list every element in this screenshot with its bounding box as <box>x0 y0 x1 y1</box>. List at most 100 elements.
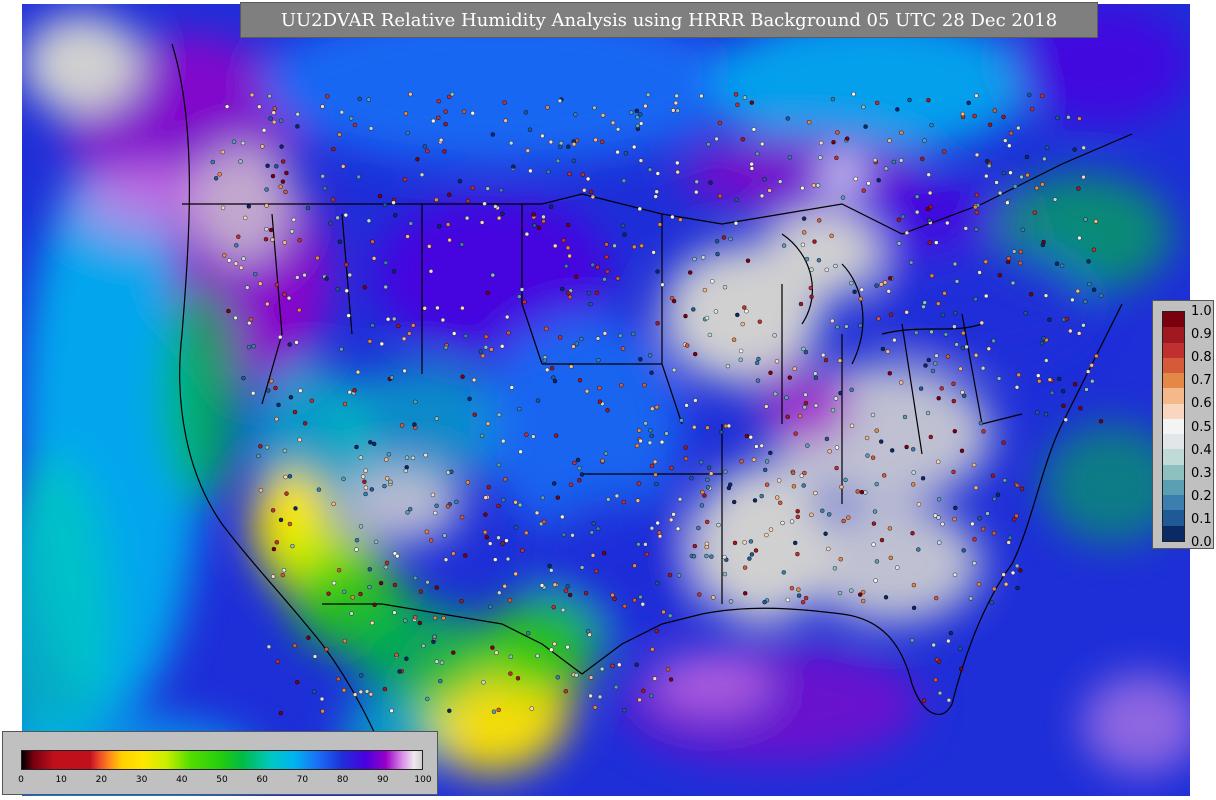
station-dot <box>253 271 258 277</box>
station-dot <box>324 647 329 652</box>
station-dot <box>250 391 256 396</box>
station-dot <box>871 542 876 547</box>
station-dot <box>945 354 951 359</box>
station-dot <box>600 458 605 464</box>
station-dot <box>876 316 881 321</box>
station-dot <box>859 287 864 292</box>
station-dot <box>985 159 990 164</box>
station-dot <box>951 381 956 386</box>
station-dot <box>785 116 790 121</box>
station-dot <box>796 587 801 592</box>
station-dot <box>240 140 246 146</box>
station-dot <box>987 163 992 169</box>
station-dot <box>664 431 669 436</box>
station-dot <box>618 333 623 338</box>
station-dot <box>701 255 706 260</box>
station-dot <box>1014 385 1020 390</box>
station-dot <box>934 240 939 245</box>
station-dot <box>807 119 812 125</box>
station-dot <box>496 462 502 468</box>
station-dot <box>759 443 764 448</box>
station-dot <box>579 472 585 477</box>
station-dot <box>422 144 428 149</box>
station-dot <box>948 630 954 636</box>
station-dot <box>459 515 465 520</box>
station-dot <box>764 482 770 487</box>
station-dot <box>428 269 434 274</box>
station-dot <box>383 284 388 290</box>
station-dot <box>849 423 855 428</box>
humidity-legend: 0 10 20 30 40 50 60 70 80 90 100 <box>2 731 438 795</box>
station-dot <box>876 177 881 183</box>
station-dot <box>241 375 246 381</box>
station-dot <box>272 106 278 111</box>
station-dot <box>542 358 547 363</box>
station-dot <box>802 230 807 235</box>
station-dot <box>599 666 605 672</box>
station-dot <box>976 582 982 587</box>
station-dot <box>918 386 924 391</box>
station-dot <box>974 192 980 198</box>
station-dot <box>617 662 622 667</box>
station-dot <box>933 677 938 683</box>
station-dot <box>483 512 488 517</box>
station-dot <box>226 258 232 263</box>
station-dot <box>423 452 428 458</box>
station-dot <box>382 483 387 489</box>
station-dot <box>1002 478 1007 483</box>
station-dot <box>725 363 731 369</box>
station-dot <box>1052 197 1058 202</box>
station-dot <box>297 237 302 243</box>
station-dot <box>923 363 928 368</box>
station-dot <box>1098 293 1104 298</box>
station-dot <box>787 155 793 160</box>
station-dot <box>899 158 904 163</box>
station-dot <box>389 375 395 380</box>
station-dot <box>545 105 550 110</box>
station-dot <box>358 524 364 529</box>
station-dot <box>339 109 344 115</box>
station-dot <box>621 178 627 184</box>
station-dot <box>874 428 879 433</box>
station-dot <box>352 388 357 393</box>
station-dot <box>809 267 814 272</box>
station-dot <box>980 526 986 532</box>
station-dot <box>970 521 975 527</box>
station-dot <box>571 141 577 147</box>
station-dot <box>570 533 575 538</box>
station-dot <box>422 306 427 311</box>
station-dot <box>1039 341 1045 346</box>
station-dot <box>403 111 409 116</box>
station-dot <box>295 111 300 117</box>
station-dot <box>984 293 989 299</box>
station-dot <box>410 455 416 461</box>
station-dot <box>552 641 557 647</box>
station-dot <box>447 192 452 197</box>
station-dot <box>987 122 993 128</box>
station-dot <box>382 686 388 692</box>
station-dot <box>858 592 863 597</box>
station-dot <box>251 344 256 349</box>
station-dot <box>683 456 689 461</box>
observation-tick: 0.9 <box>1191 327 1212 343</box>
station-dot <box>560 286 565 292</box>
station-dot <box>667 572 673 578</box>
station-dot <box>403 618 408 623</box>
station-dot <box>652 459 658 464</box>
station-dot <box>708 180 713 185</box>
station-dot <box>1044 358 1049 363</box>
station-dot <box>561 532 567 537</box>
station-dot <box>1081 174 1086 180</box>
station-dot <box>696 525 701 531</box>
station-dot <box>292 409 298 415</box>
station-dot <box>882 280 888 285</box>
station-dot <box>904 444 909 450</box>
station-dot <box>654 481 659 487</box>
station-dot <box>402 177 408 182</box>
station-dot <box>858 323 863 328</box>
station-dot <box>861 188 866 193</box>
station-dot <box>605 408 610 413</box>
station-dot <box>336 568 342 573</box>
station-dot <box>654 404 660 410</box>
station-dot <box>754 444 759 449</box>
